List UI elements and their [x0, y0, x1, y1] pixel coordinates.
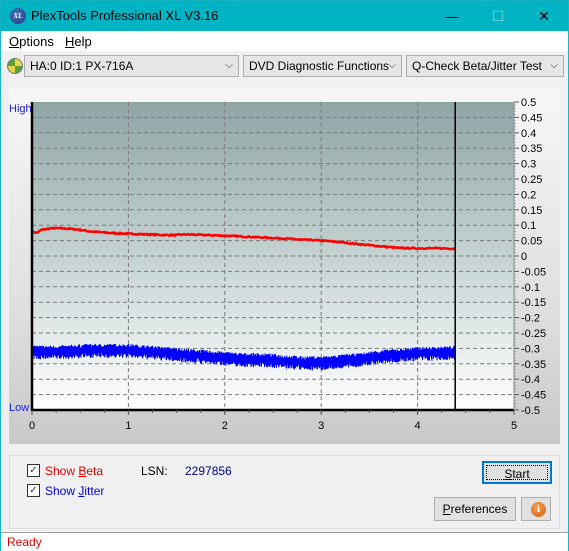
y-tick-label: -0.05	[521, 266, 546, 278]
options-group: ✓ Show Beta ✓ Show Jitter LSN: 2297856 S…	[9, 455, 560, 529]
check-icon: ✓	[29, 465, 38, 476]
y-tick-label: -0.4	[521, 374, 540, 386]
y-tick-label: -0.25	[521, 328, 546, 340]
lsn-value: 2297856	[185, 464, 232, 478]
menu-options-accel: O	[9, 34, 20, 49]
y-tick-label: -0.1	[521, 282, 540, 294]
y-tick-label: 0.3	[521, 159, 536, 171]
test-select-value: Q-Check Beta/Jitter Test	[412, 59, 542, 73]
chevron-down-icon: ⌵	[225, 60, 233, 71]
show-jitter-checkbox[interactable]: ✓	[27, 484, 40, 497]
y-tick-label: -0.3	[521, 343, 540, 355]
toolbar: HA:0 ID:1 PX-716A ⌵ DVD Diagnostic Funct…	[1, 51, 568, 81]
preferences-button[interactable]: Preferences	[434, 497, 516, 521]
menu-help[interactable]: Help	[65, 34, 92, 49]
show-jitter-label-post: itter	[84, 484, 105, 498]
maximize-button[interactable]: ☐	[475, 1, 521, 31]
info-icon: i	[531, 502, 546, 517]
y-tick-label: 0.1	[521, 220, 536, 232]
y-tick-label: 0.35	[521, 143, 542, 155]
y-tick-label: 0	[521, 251, 527, 263]
y-tick-label: 0.45	[521, 112, 542, 124]
y-tick-label: 0.25	[521, 174, 542, 186]
x-tick-label: 1	[125, 420, 131, 432]
y-tick-label: 0.5	[521, 97, 536, 109]
app-window: XL PlexTools Professional XL V3.16 — ☐ ✕…	[0, 0, 569, 551]
x-tick-label: 3	[318, 420, 324, 432]
drive-select[interactable]: HA:0 ID:1 PX-716A ⌵	[24, 55, 239, 77]
high-axis-label: High	[9, 103, 32, 115]
show-beta-label[interactable]: Show Beta	[45, 464, 103, 478]
y-tick-label: -0.15	[521, 297, 546, 309]
y-tick-label: 0.05	[521, 236, 542, 248]
show-beta-label-post: eta	[86, 464, 104, 478]
beta-jitter-chart: 0.5 0.45 0.4 0.35 0.3 0.25 0.2 0.15 0.1 0.05 0 -0.0…	[9, 97, 546, 432]
drive-select-value: HA:0 ID:1 PX-716A	[30, 59, 134, 73]
show-jitter-label-pre: Show	[45, 484, 79, 498]
minimize-button[interactable]: —	[429, 1, 475, 31]
x-tick-label: 2	[222, 420, 228, 432]
y-tick-label: -0.45	[521, 390, 546, 402]
window-title: PlexTools Professional XL V3.16	[31, 8, 219, 23]
maximize-icon: ☐	[491, 8, 505, 24]
start-label: tart	[512, 467, 530, 481]
disc-drive-icon	[7, 58, 23, 74]
x-tick-label: 0	[29, 420, 35, 432]
status-text: Ready	[7, 535, 42, 549]
menu-help-accel: H	[65, 34, 75, 49]
check-icon: ✓	[29, 485, 38, 496]
test-select[interactable]: Q-Check Beta/Jitter Test ⌵	[406, 55, 564, 77]
menu-options-label: ptions	[19, 34, 54, 49]
y-tick-label: -0.35	[521, 359, 546, 371]
y-tick-label: 0.15	[521, 205, 542, 217]
show-beta-checkbox[interactable]: ✓	[27, 464, 40, 477]
x-tick-label: 4	[415, 420, 421, 432]
info-button[interactable]: i	[521, 497, 551, 521]
chevron-down-icon: ⌵	[388, 60, 396, 71]
y-tick-label: 0.2	[521, 189, 536, 201]
function-select[interactable]: DVD Diagnostic Functions ⌵	[243, 55, 402, 77]
low-axis-label: Low	[9, 402, 29, 414]
menu-bar: Options Help	[1, 31, 568, 51]
show-beta-label-pre: Show	[45, 464, 79, 478]
close-button[interactable]: ✕	[521, 1, 567, 31]
minimize-icon: —	[445, 8, 459, 24]
preferences-label: references	[450, 502, 508, 516]
chart-panel: 0.5 0.45 0.4 0.35 0.3 0.25 0.2 0.15 0.1 0.05 0 -0.0…	[9, 89, 560, 444]
close-icon: ✕	[538, 8, 550, 24]
plextools-logo-icon: XL	[10, 8, 26, 24]
y-tick-label: -0.5	[521, 405, 540, 417]
lsn-label: LSN:	[141, 464, 168, 478]
menu-help-label: elp	[74, 34, 92, 49]
x-tick-label: 5	[511, 420, 517, 432]
show-jitter-label[interactable]: Show Jitter	[45, 484, 104, 498]
y-tick-label: -0.2	[521, 313, 540, 325]
title-bar: XL PlexTools Professional XL V3.16 — ☐ ✕	[1, 1, 568, 31]
y-tick-label: 0.4	[521, 128, 536, 140]
chevron-down-icon: ⌵	[550, 60, 558, 71]
menu-options[interactable]: Options	[9, 34, 54, 49]
preferences-accel: P	[442, 502, 451, 516]
status-bar: Ready	[1, 532, 568, 551]
start-button[interactable]: Start	[482, 461, 552, 484]
function-select-value: DVD Diagnostic Functions	[249, 59, 390, 73]
